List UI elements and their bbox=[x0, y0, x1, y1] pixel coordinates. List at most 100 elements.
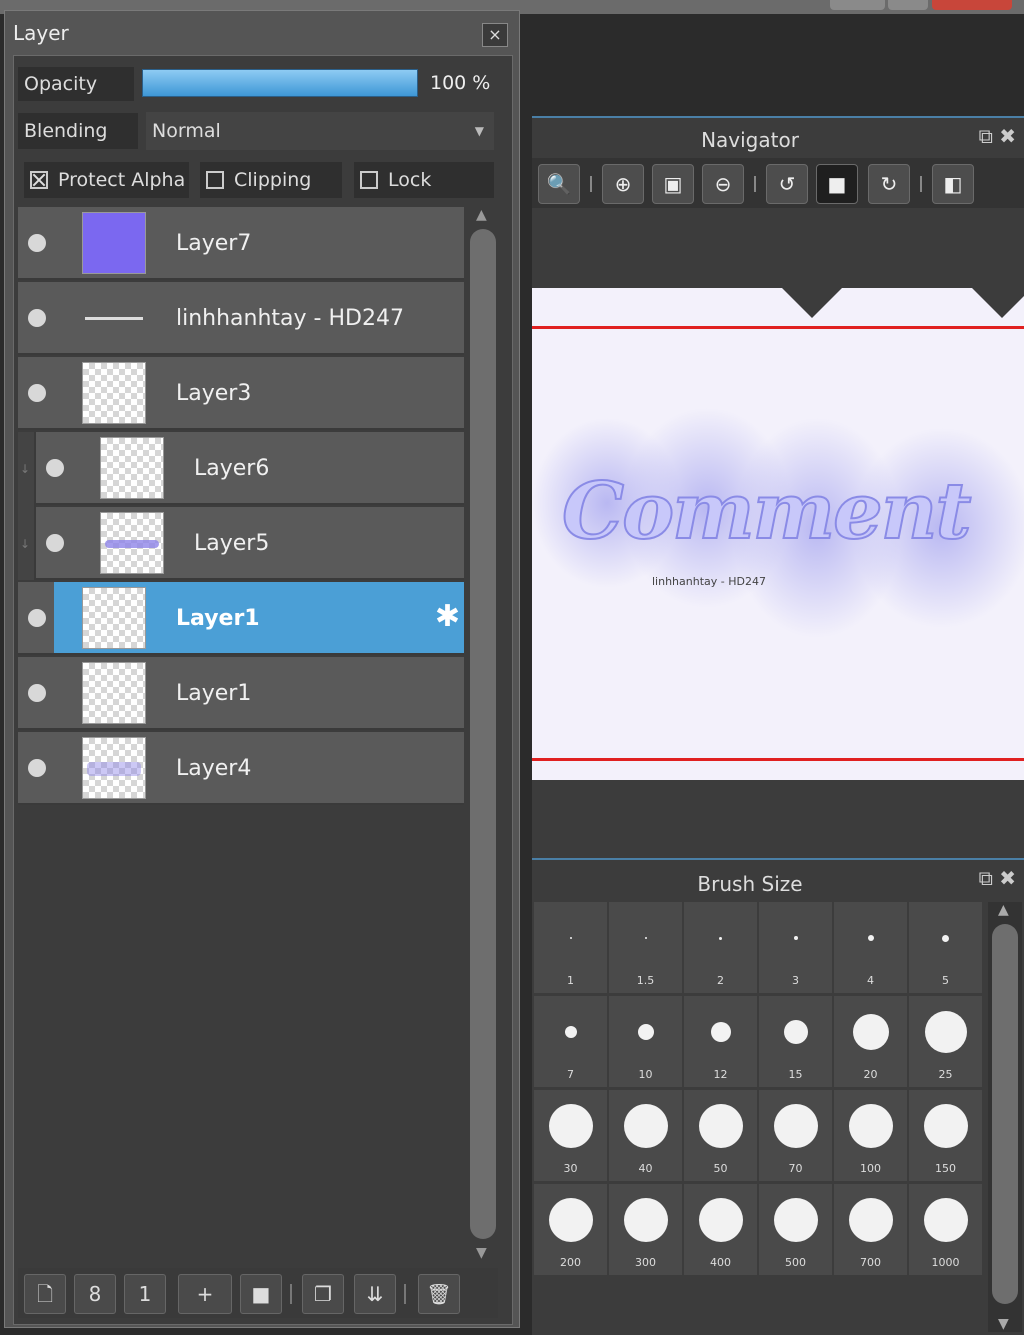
visibility-toggle-icon[interactable] bbox=[46, 534, 64, 552]
navigator-toolbar: 🔍 ⊕ ▣ ⊖ ↺ ■ ↻ ◧ bbox=[532, 158, 1024, 208]
layer-row[interactable]: Layer6 bbox=[36, 432, 464, 505]
merge-down-icon[interactable]: ⇊ bbox=[354, 1274, 396, 1314]
visibility-toggle-icon[interactable] bbox=[28, 609, 46, 627]
brush-size-cell[interactable]: 1000 bbox=[909, 1184, 982, 1275]
brush-size-cell[interactable]: 150 bbox=[909, 1090, 982, 1181]
brush-size-cell[interactable]: 70 bbox=[759, 1090, 832, 1181]
popout-icon[interactable]: ⧉ bbox=[979, 866, 993, 890]
brush-size-cell[interactable]: 10 bbox=[609, 996, 682, 1087]
brush-preview-dot bbox=[548, 1104, 593, 1148]
layer-panel-title: Layer bbox=[13, 21, 69, 45]
view-frame-bottom bbox=[532, 758, 1024, 761]
scroll-thumb[interactable] bbox=[992, 924, 1018, 1304]
layer-name: Layer1 bbox=[176, 606, 260, 631]
new-8bit-layer-icon[interactable]: 8 bbox=[74, 1274, 116, 1314]
canvas-preview[interactable]: Comment linhhanhtay - HD247 bbox=[532, 288, 1024, 780]
brush-size-cell[interactable]: 7 bbox=[534, 996, 607, 1087]
brush-size-label: 50 bbox=[713, 1162, 728, 1175]
brush-size-panel: Brush Size ⧉ ✖ 1 1.5 2 3 4 5 7 10 12 15 20 25 30 40 50… bbox=[532, 858, 1024, 1335]
layer-panel-close-icon[interactable]: × bbox=[482, 23, 508, 47]
brush-preview-dot bbox=[637, 1024, 654, 1040]
add-layer-menu-icon[interactable]: + bbox=[178, 1274, 232, 1314]
visibility-toggle-icon[interactable] bbox=[28, 384, 46, 402]
brush-size-cell[interactable]: 500 bbox=[759, 1184, 832, 1275]
popout-icon[interactable]: ⧉ bbox=[979, 124, 993, 148]
gear-icon[interactable]: ✱ bbox=[435, 602, 460, 632]
zoom-in-icon[interactable]: ⊕ bbox=[602, 164, 644, 204]
layer-row[interactable]: Layer4 bbox=[18, 732, 464, 805]
layer-row[interactable]: Layer7 bbox=[18, 207, 464, 280]
duplicate-layer-icon[interactable]: ❐ bbox=[302, 1274, 344, 1314]
new-1bit-layer-icon[interactable]: 1 bbox=[124, 1274, 166, 1314]
layer-row[interactable]: Layer1 bbox=[18, 657, 464, 730]
clipping-checkbox[interactable]: Clipping bbox=[200, 162, 342, 198]
fit-to-window-icon[interactable]: ▣ bbox=[652, 164, 694, 204]
minimize-button[interactable] bbox=[830, 0, 885, 10]
brush-size-cell[interactable]: 40 bbox=[609, 1090, 682, 1181]
layer-thumbnail bbox=[82, 662, 146, 724]
layer-row-selected[interactable]: Layer1 ✱ bbox=[18, 582, 464, 655]
brush-size-cell[interactable]: 25 bbox=[909, 996, 982, 1087]
brush-size-cell[interactable]: 12 bbox=[684, 996, 757, 1087]
brush-size-cell[interactable]: 400 bbox=[684, 1184, 757, 1275]
visibility-toggle-icon[interactable] bbox=[28, 684, 46, 702]
close-icon[interactable]: ✖ bbox=[999, 866, 1016, 890]
layer-name: Layer3 bbox=[176, 381, 252, 406]
layer-row[interactable]: Layer5 bbox=[36, 507, 464, 580]
brush-size-cell[interactable]: 300 bbox=[609, 1184, 682, 1275]
brush-size-cell[interactable]: 1.5 bbox=[609, 902, 682, 993]
brush-size-cell[interactable]: 200 bbox=[534, 1184, 607, 1275]
trash-icon[interactable]: 🗑 bbox=[418, 1274, 460, 1314]
scroll-thumb[interactable] bbox=[470, 229, 496, 1239]
brush-preview-dot bbox=[623, 1198, 668, 1242]
checkbox-icon bbox=[206, 171, 224, 189]
lock-checkbox[interactable]: Lock bbox=[354, 162, 494, 198]
visibility-toggle-icon[interactable] bbox=[28, 309, 46, 327]
layer-row[interactable]: Layer3 bbox=[18, 357, 464, 430]
brush-size-cell[interactable]: 2 bbox=[684, 902, 757, 993]
scroll-up-icon[interactable]: ▲ bbox=[998, 902, 1009, 918]
opacity-slider[interactable] bbox=[142, 69, 418, 97]
layer-name: Layer7 bbox=[176, 231, 252, 256]
brush-size-cell[interactable]: 30 bbox=[534, 1090, 607, 1181]
protect-alpha-checkbox[interactable]: Protect Alpha bbox=[24, 162, 189, 198]
rotate-left-icon[interactable]: ↺ bbox=[766, 164, 808, 204]
checkbox-icon bbox=[360, 171, 378, 189]
brush-size-label: 500 bbox=[785, 1256, 806, 1269]
brush-size-cell[interactable]: 4 bbox=[834, 902, 907, 993]
visibility-toggle-icon[interactable] bbox=[28, 759, 46, 777]
brush-size-cell[interactable]: 100 bbox=[834, 1090, 907, 1181]
maximize-button[interactable] bbox=[888, 0, 928, 10]
scroll-up-icon[interactable]: ▲ bbox=[476, 207, 487, 223]
scroll-down-icon[interactable]: ▼ bbox=[476, 1245, 487, 1261]
layer-name: Layer5 bbox=[194, 531, 270, 556]
scroll-down-icon[interactable]: ▼ bbox=[998, 1316, 1009, 1332]
brush-size-cell[interactable]: 5 bbox=[909, 902, 982, 993]
flip-icon[interactable]: ◧ bbox=[932, 164, 974, 204]
layer-row[interactable]: linhhanhtay - HD247 bbox=[18, 282, 464, 355]
visibility-toggle-icon[interactable] bbox=[46, 459, 64, 477]
brush-preview-dot bbox=[719, 936, 722, 940]
brush-size-cell[interactable]: 1 bbox=[534, 902, 607, 993]
lock-label: Lock bbox=[388, 169, 432, 191]
brush-size-cell[interactable]: 15 bbox=[759, 996, 832, 1087]
new-layer-icon[interactable]: 🗋 bbox=[24, 1274, 66, 1314]
brush-size-cell[interactable]: 50 bbox=[684, 1090, 757, 1181]
rotate-right-icon[interactable]: ↻ bbox=[868, 164, 910, 204]
zoom-out-icon[interactable]: ⊖ bbox=[702, 164, 744, 204]
layer-list-scrollbar[interactable]: ▲ ▼ bbox=[466, 207, 500, 1267]
blending-select[interactable]: Normal ▼ bbox=[146, 112, 494, 150]
fullscreen-icon[interactable]: ■ bbox=[816, 164, 858, 204]
brush-scrollbar[interactable]: ▲ ▼ bbox=[988, 902, 1022, 1332]
brush-size-cell[interactable]: 20 bbox=[834, 996, 907, 1087]
close-icon[interactable]: ✖ bbox=[999, 124, 1016, 148]
visibility-toggle-icon[interactable] bbox=[28, 234, 46, 252]
layer-thumbnail bbox=[82, 212, 146, 274]
brush-preview-dot bbox=[852, 1014, 889, 1050]
zoom-reset-icon[interactable]: 🔍 bbox=[538, 164, 580, 204]
folder-icon[interactable]: ■ bbox=[240, 1274, 282, 1314]
brush-size-cell[interactable]: 3 bbox=[759, 902, 832, 993]
layer-thumbnail bbox=[82, 587, 146, 649]
brush-size-cell[interactable]: 700 bbox=[834, 1184, 907, 1275]
window-close-button[interactable] bbox=[932, 0, 1012, 10]
